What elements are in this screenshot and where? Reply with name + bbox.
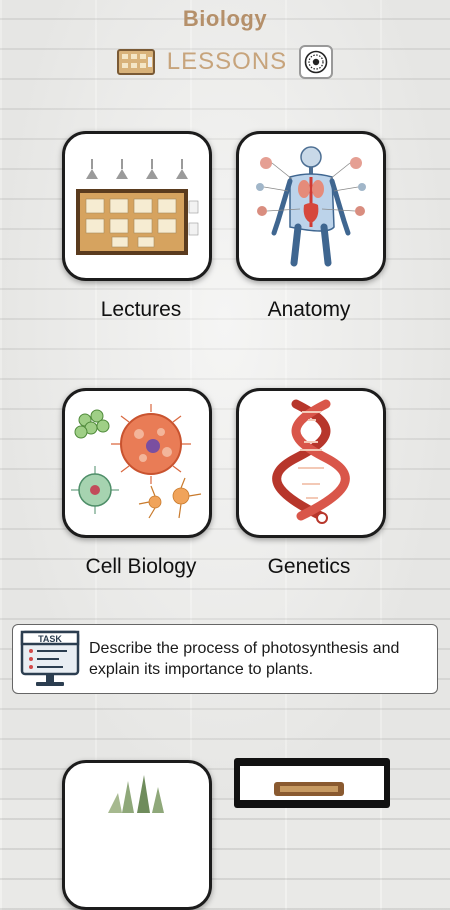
dial-icon bbox=[304, 50, 328, 74]
anatomy-tile[interactable] bbox=[236, 131, 386, 281]
settings-button[interactable] bbox=[299, 45, 334, 79]
lessons-header: LESSONS bbox=[0, 42, 450, 82]
genetics-label: Genetics bbox=[267, 555, 351, 578]
task-badge: TASK bbox=[38, 634, 62, 644]
human-anatomy-icon bbox=[256, 146, 366, 267]
lectures-label: Lectures bbox=[100, 298, 182, 321]
plant-icon bbox=[108, 775, 164, 813]
books-icon bbox=[240, 766, 384, 806]
plants-tile[interactable] bbox=[62, 760, 212, 910]
cell-biology-tile[interactable] bbox=[62, 388, 212, 538]
task-card[interactable]: TASK Describe the process of photosynthe… bbox=[12, 624, 438, 694]
cell-biology-label: Cell Biology bbox=[85, 555, 197, 578]
cells-icon bbox=[71, 404, 202, 519]
anatomy-label: Anatomy bbox=[267, 298, 351, 321]
genetics-tile[interactable] bbox=[236, 388, 386, 538]
books-tile[interactable] bbox=[234, 758, 390, 808]
lecture-board-icon bbox=[76, 159, 199, 255]
task-monitor-icon: TASK bbox=[20, 630, 80, 686]
dna-helix-icon bbox=[272, 399, 350, 524]
task-description: Describe the process of photosynthesis a… bbox=[89, 640, 400, 678]
bulletin-board-icon[interactable] bbox=[116, 49, 155, 75]
lectures-tile[interactable] bbox=[62, 131, 212, 281]
app-title: Biology bbox=[182, 6, 268, 31]
lessons-title: LESSONS bbox=[166, 48, 288, 75]
